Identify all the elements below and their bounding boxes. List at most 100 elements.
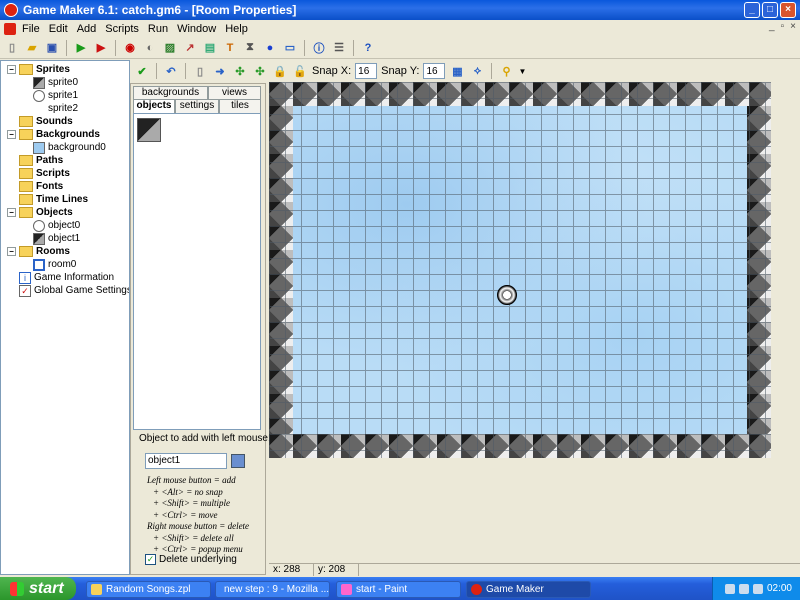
document-icon[interactable] — [4, 22, 16, 35]
tree-paths[interactable]: Paths — [19, 154, 63, 167]
tree-sprite0[interactable]: sprite0 — [33, 76, 78, 89]
grid-icon[interactable]: ▦ — [449, 63, 465, 79]
task-mozilla[interactable]: new step : 9 - Mozilla ... — [215, 581, 330, 598]
tree-fonts[interactable]: Fonts — [19, 180, 63, 193]
task-game-maker[interactable]: Game Maker — [466, 581, 591, 598]
zoom-dropdown-arrow-icon[interactable]: ▼ — [518, 67, 526, 76]
child-close-button[interactable]: × — [790, 21, 796, 32]
task-paint[interactable]: start - Paint — [336, 581, 461, 598]
new-icon[interactable]: ▯ — [4, 40, 20, 56]
run-icon[interactable]: ▶ — [73, 40, 89, 56]
background-icon — [33, 141, 45, 154]
minimize-button[interactable]: _ — [744, 2, 760, 18]
task-random-songs[interactable]: Random Songs.zpl — [86, 581, 211, 598]
tree-sounds[interactable]: Sounds — [19, 115, 73, 128]
save-icon[interactable]: ▣ — [44, 40, 60, 56]
folder-icon — [91, 584, 102, 595]
tree-room0[interactable]: room0 — [33, 258, 76, 271]
add-sprite-icon[interactable]: ◉ — [122, 40, 138, 56]
tray-volume-icon[interactable] — [752, 583, 763, 594]
checklist-icon: ✓ — [19, 284, 31, 297]
tree-scripts[interactable]: Scripts — [19, 167, 70, 180]
game-info-icon[interactable]: ⓘ — [311, 40, 327, 56]
undo-icon[interactable]: ↶ — [163, 63, 179, 79]
ball-instance[interactable] — [497, 285, 517, 305]
tree-background0[interactable]: background0 — [33, 141, 106, 154]
close-button[interactable]: × — [780, 2, 796, 18]
add-font-icon[interactable]: T — [222, 40, 238, 56]
add-background-icon[interactable]: ▨ — [162, 40, 178, 56]
tree-sprites[interactable]: − Sprites — [7, 63, 70, 76]
menu-window[interactable]: Window — [177, 23, 216, 35]
add-timeline-icon[interactable]: ⧗ — [242, 40, 258, 56]
add-room-icon[interactable]: ▭ — [282, 40, 298, 56]
tab-backgrounds[interactable]: backgrounds — [133, 86, 208, 100]
tab-objects[interactable]: objects — [133, 99, 175, 113]
window-title: Game Maker 6.1: catch.gm6 - [Room Proper… — [23, 3, 297, 17]
tree-timelines[interactable]: Time Lines — [19, 193, 88, 206]
add-sound-icon[interactable]: ◐ — [142, 40, 158, 56]
zoom-icon[interactable]: ⚲ — [498, 63, 514, 79]
tree-game-information[interactable]: i Game Information — [19, 271, 114, 284]
start-button[interactable]: start — [0, 577, 76, 600]
status-x: x: 288 — [269, 564, 314, 576]
snap-x-field[interactable] — [355, 63, 378, 79]
sort-x-icon[interactable]: ✣ — [232, 63, 248, 79]
debug-run-icon[interactable]: ▶ — [93, 40, 109, 56]
maximize-button[interactable]: □ — [762, 2, 778, 18]
delete-underlying-checkbox[interactable]: ✓ Delete underlying — [145, 554, 237, 565]
child-minimize-button[interactable]: _ — [769, 21, 775, 32]
tab-settings[interactable]: settings — [175, 99, 219, 113]
mouse-help-text: Left mouse button = add + <Alt> = no sna… — [147, 475, 250, 554]
tree-sprite2[interactable]: sprite2 — [48, 102, 78, 115]
tray-network-icon[interactable] — [738, 583, 749, 594]
tree-sprite1[interactable]: sprite1 — [33, 89, 78, 102]
add-object-icon[interactable]: ● — [262, 40, 278, 56]
add-script-icon[interactable]: ▤ — [202, 40, 218, 56]
menu-help[interactable]: Help — [225, 23, 248, 35]
add-path-icon[interactable]: ↗ — [182, 40, 198, 56]
lock-icon[interactable]: 🔒 — [272, 63, 288, 79]
add-object-label: Object to add with left mouse: — [139, 433, 271, 444]
game-maker-icon — [4, 3, 18, 17]
tray-arrow-icon[interactable] — [724, 583, 735, 594]
shift-icon[interactable]: ➜ — [212, 63, 228, 79]
object-field[interactable]: object1 — [145, 453, 227, 469]
main-toolbar: ▯ ▰ ▣ ▶ ▶ ◉ ◐ ▨ ↗ ▤ T ⧗ ● ▭ ⓘ ☰ ? — [0, 37, 800, 59]
tab-views[interactable]: views — [208, 86, 261, 100]
menu-edit[interactable]: Edit — [49, 23, 68, 35]
tree-backgrounds[interactable]: − Backgrounds — [7, 128, 100, 141]
ball-icon — [33, 219, 45, 232]
tree-rooms[interactable]: − Rooms — [7, 245, 70, 258]
canvas-margin — [771, 82, 800, 458]
sort-y-icon[interactable]: ✣ — [252, 63, 268, 79]
clear-icon[interactable]: ▯ — [192, 63, 208, 79]
global-settings-icon[interactable]: ☰ — [331, 40, 347, 56]
game-maker-icon — [471, 584, 482, 595]
tab-tiles[interactable]: tiles — [219, 99, 261, 113]
help-icon[interactable]: ? — [360, 40, 376, 56]
tree-global-settings[interactable]: ✓ Global Game Settings — [19, 284, 129, 297]
snap-grid — [269, 82, 771, 458]
unlock-icon[interactable]: 🔓 — [292, 63, 308, 79]
select-object-icon[interactable] — [231, 454, 245, 468]
snap-y-label: Snap Y: — [381, 65, 420, 77]
isometric-icon[interactable]: ⟡ — [469, 63, 485, 79]
status-y: y: 208 — [314, 564, 359, 576]
status-bar: x: 288 y: 208 — [269, 563, 800, 576]
snap-y-field[interactable] — [423, 63, 446, 79]
menu-scripts[interactable]: Scripts — [105, 23, 139, 35]
menu-file[interactable]: File — [22, 23, 40, 35]
ball-icon — [33, 89, 45, 102]
object-thumbnail — [137, 118, 161, 142]
system-tray: 02:00 — [712, 577, 800, 600]
child-restore-button[interactable]: ▫ — [781, 21, 785, 32]
tree-object1[interactable]: object1 — [33, 232, 80, 245]
menu-add[interactable]: Add — [77, 23, 97, 35]
open-icon[interactable]: ▰ — [24, 40, 40, 56]
tree-objects[interactable]: − Objects — [7, 206, 73, 219]
menu-run[interactable]: Run — [148, 23, 168, 35]
ok-check-icon[interactable]: ✔ — [134, 63, 150, 79]
tree-object0[interactable]: object0 — [33, 219, 80, 232]
room-icon — [33, 258, 45, 271]
